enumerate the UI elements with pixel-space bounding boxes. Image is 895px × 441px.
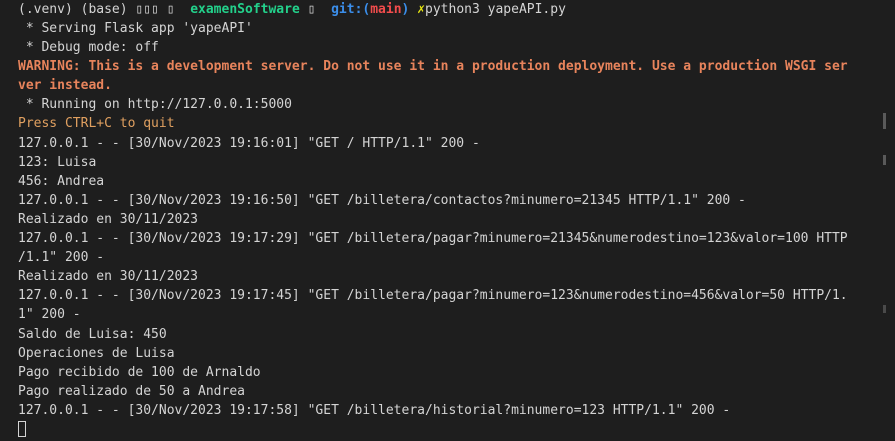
terminal-window[interactable]: (.venv) (base) ▯▯▯ ▯ examenSoftware ▯ gi… [0, 0, 895, 441]
quit-hint-line: Press CTRL+C to quit [18, 116, 175, 132]
cursor-line[interactable] [18, 420, 878, 439]
prompt-dir-glyph: ▯ [307, 2, 316, 17]
prompt-glyphs: ▯▯▯ ▯ [135, 2, 175, 17]
output-line: Operaciones de Luisa [18, 345, 175, 361]
prompt-command: python3 yapeAPI.py [425, 2, 566, 17]
output-line: Saldo de Luisa: 450 [18, 326, 167, 342]
output-line: * Debug mode: off [18, 40, 159, 56]
log-line: 127.0.0.1 - - [30/Nov/2023 19:17:58] "GE… [18, 402, 731, 418]
dirty-mark-icon: ✗ [417, 2, 426, 17]
output-line: 123: Luisa [18, 154, 97, 170]
scrollbar-marker[interactable] [883, 113, 886, 129]
log-line: 1" 200 - [18, 307, 81, 323]
log-line: 127.0.0.1 - - [30/Nov/2023 19:17:29] "GE… [18, 231, 848, 247]
warning-line: ver instead. [18, 78, 112, 94]
output-line: Pago recibido de 100 de Arnaldo [18, 364, 261, 380]
shell-prompt: (.venv) (base) ▯▯▯ ▯ examenSoftware ▯ gi… [18, 0, 878, 19]
output-line: Realizado en 30/11/2023 [18, 211, 199, 227]
output-line: Pago realizado de 50 a Andrea [18, 383, 245, 399]
output-line: Realizado en 30/11/2023 [18, 269, 199, 285]
terminal-cursor[interactable] [18, 421, 26, 438]
terminal-output: (.venv) (base) ▯▯▯ ▯ examenSoftware ▯ gi… [18, 0, 878, 439]
warning-line: WARNING: This is a development server. D… [18, 59, 848, 75]
prompt-directory: examenSoftware [190, 2, 300, 17]
output-line: * Serving Flask app 'yapeAPI' [18, 21, 253, 36]
log-line: 127.0.0.1 - - [30/Nov/2023 19:16:01] "GE… [18, 135, 480, 151]
scrollbar-marker[interactable] [883, 305, 886, 313]
output-line: * Running on http://127.0.0.1:5000 [18, 97, 292, 113]
log-line: /1.1" 200 - [18, 250, 105, 266]
prompt-git-close: ) [401, 2, 410, 17]
log-line: 127.0.0.1 - - [30/Nov/2023 19:17:45] "GE… [18, 288, 848, 304]
prompt-git-label: git:( [331, 2, 371, 17]
log-line: 127.0.0.1 - - [30/Nov/2023 19:16:50] "GE… [18, 192, 746, 208]
prompt-env: (.venv) (base) [18, 2, 128, 17]
prompt-branch: main [370, 2, 402, 17]
scrollbar-marker[interactable] [883, 155, 886, 165]
output-line: 456: Andrea [18, 173, 105, 189]
